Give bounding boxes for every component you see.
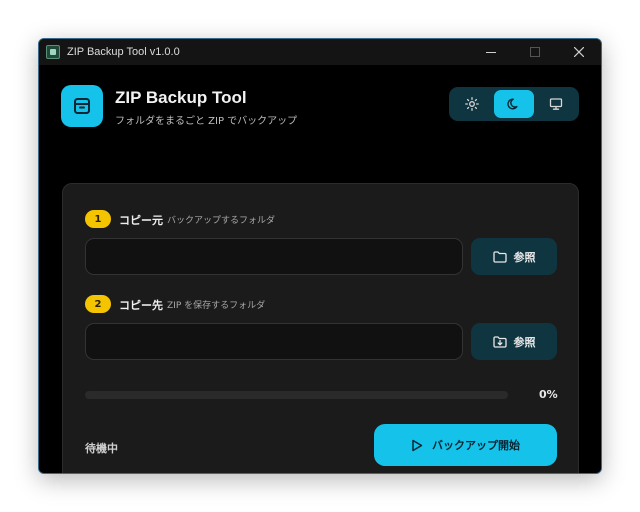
source-browse-label: 参照 (513, 250, 536, 264)
play-icon (412, 439, 423, 451)
app-window-icon (46, 45, 60, 59)
destination-hint: ZIP を保存するフォルダ (167, 301, 266, 311)
app-name: ZIP Backup Tool (115, 88, 247, 107)
sun-icon (465, 97, 479, 111)
progress-percent: 0% (539, 388, 558, 401)
start-backup-button[interactable]: バックアップ開始 (374, 424, 557, 466)
destination-browse-label: 参照 (513, 335, 536, 349)
destination-browse-button[interactable]: 参照 (471, 323, 557, 360)
start-backup-label: バックアップ開始 (432, 439, 520, 452)
step-badge-source: 1 (85, 210, 111, 228)
theme-dark-button[interactable] (494, 90, 534, 118)
moon-icon (507, 98, 518, 110)
close-icon (574, 47, 584, 57)
app-logo (61, 85, 103, 127)
minimize-icon (486, 52, 496, 53)
theme-light-button[interactable] (452, 90, 492, 118)
monitor-icon (549, 98, 563, 110)
folder-icon (492, 250, 507, 263)
window-controls (469, 39, 601, 65)
source-hint: バックアップするフォルダ (167, 216, 276, 226)
close-button[interactable] (557, 39, 601, 65)
window-title: ZIP Backup Tool v1.0.0 (67, 46, 180, 58)
theme-system-button[interactable] (536, 90, 576, 118)
window-content: ZIP Backup Tool フォルダをまるごと ZIP でバックアップ 1 … (39, 65, 601, 473)
destination-path-input[interactable] (85, 323, 463, 360)
app-subtitle: フォルダをまるごと ZIP でバックアップ (115, 116, 298, 127)
progress-bar (85, 391, 508, 399)
source-path-input[interactable] (85, 238, 463, 275)
source-browse-button[interactable]: 参照 (471, 238, 557, 275)
archive-icon (74, 98, 90, 114)
minimize-button[interactable] (469, 39, 513, 65)
folder-download-icon (492, 335, 507, 348)
status-text: 待機中 (85, 442, 118, 455)
source-label: コピー元 (119, 214, 163, 227)
step-badge-destination: 2 (85, 295, 111, 313)
destination-label: コピー先 (119, 299, 163, 312)
theme-toggle (449, 87, 579, 121)
app-window: ZIP Backup Tool v1.0.0 ZIP Backup Tool フ… (38, 38, 602, 474)
title-bar[interactable]: ZIP Backup Tool v1.0.0 (39, 39, 601, 65)
backup-panel: 1 コピー元 バックアップするフォルダ 参照 2 コピー先 ZIP を保存するフ… (62, 183, 579, 473)
maximize-button[interactable] (513, 39, 557, 65)
maximize-icon (530, 47, 540, 57)
